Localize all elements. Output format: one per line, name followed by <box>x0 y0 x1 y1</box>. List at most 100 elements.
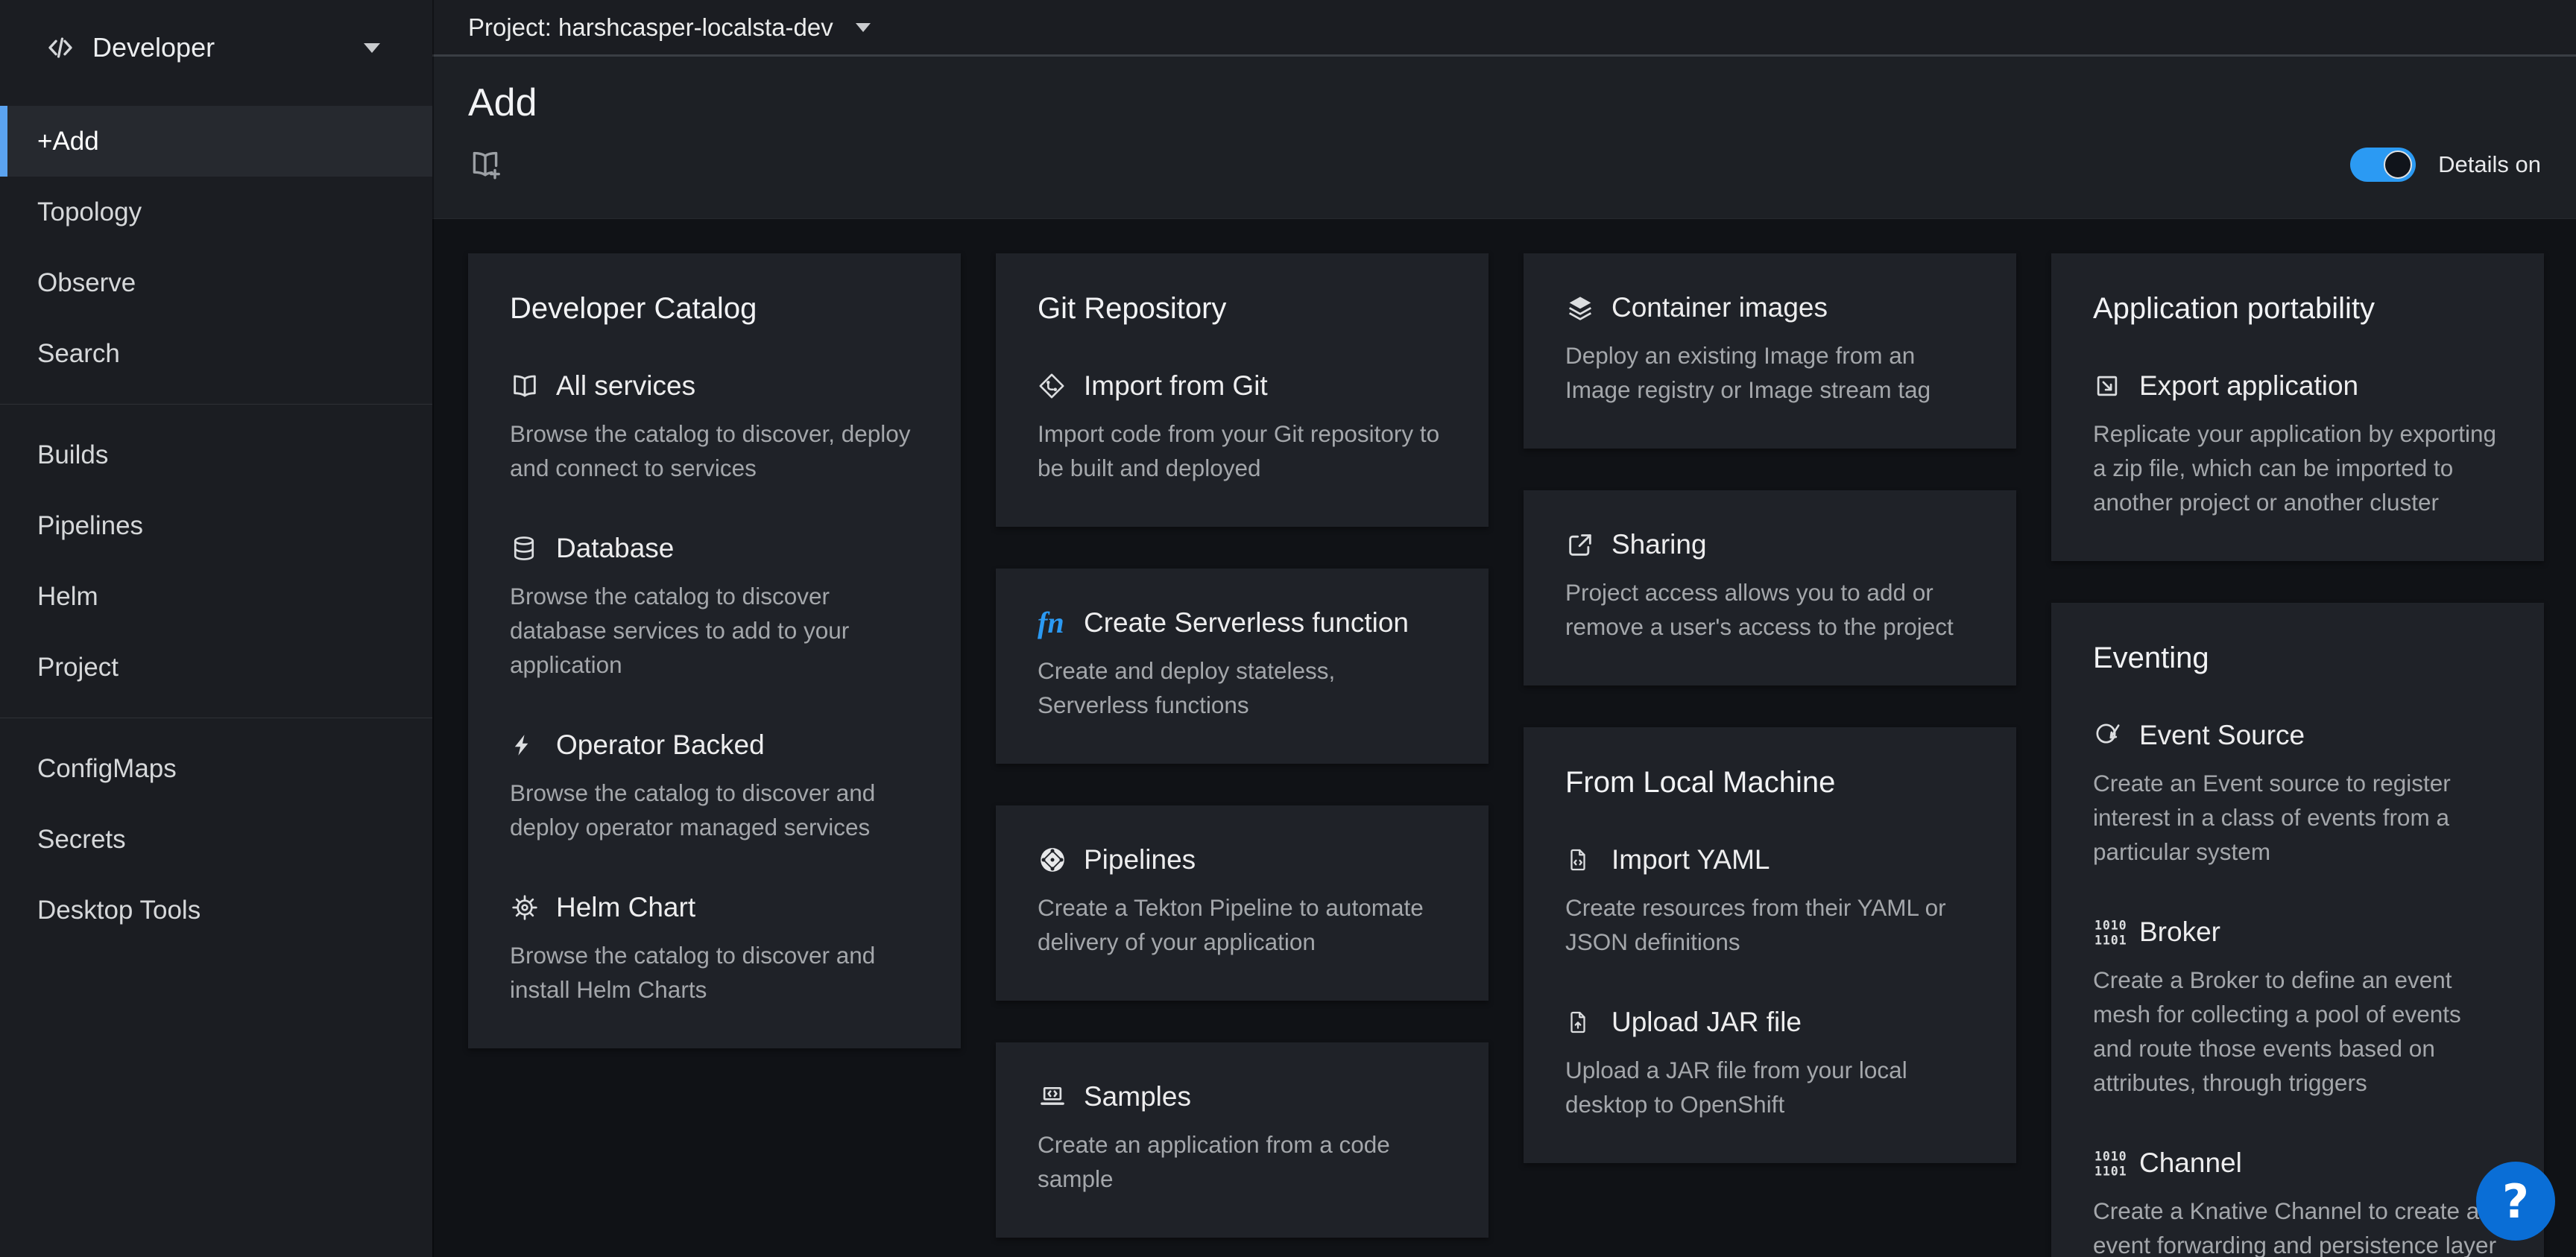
action-title: Broker <box>2139 916 2220 948</box>
action-description: Browse the catalog to discover and insta… <box>510 938 919 1007</box>
add-action-operator-backed[interactable]: Operator Backed Browse the catalog to di… <box>510 729 919 844</box>
book-plus-icon <box>468 148 504 183</box>
sidebar-item-observe[interactable]: Observe <box>0 247 432 318</box>
card-container-images: Container images Deploy an existing Imag… <box>1524 253 2016 449</box>
chevron-down-icon[interactable] <box>856 23 871 32</box>
page-header: Add Details on <box>432 57 2576 219</box>
git-icon <box>1038 372 1072 400</box>
perspective-label: Developer <box>92 32 215 63</box>
action-title: All services <box>556 370 695 402</box>
action-description: Create an Event source to register inter… <box>2093 766 2502 869</box>
sidebar-item-topology[interactable]: Topology <box>0 177 432 247</box>
add-action-broker[interactable]: 1010 1101 Broker Create a Broker to defi… <box>2093 916 2502 1100</box>
catalog-icon <box>510 371 544 401</box>
sidebar-item-configmaps[interactable]: ConfigMaps <box>0 733 432 804</box>
action-title: Create Serverless function <box>1084 607 1409 639</box>
action-description: Browse the catalog to discover and deplo… <box>510 776 919 844</box>
card-heading: Developer Catalog <box>510 292 919 326</box>
perspective-switcher[interactable]: Developer <box>0 0 432 95</box>
add-action-create-serverless-function[interactable]: fn Create Serverless function Create and… <box>1038 607 1447 722</box>
add-action-helm-chart[interactable]: Helm Chart Browse the catalog to discove… <box>510 892 919 1007</box>
action-title: Container images <box>1611 292 1828 323</box>
action-description: Create a Knative Channel to create an ev… <box>2093 1194 2502 1257</box>
quickstarts-button[interactable] <box>468 148 504 183</box>
action-description: Create and deploy stateless, Serverless … <box>1038 653 1447 722</box>
card-developer-catalog: Developer Catalog All services Bro <box>468 253 961 1048</box>
card-column: Container images Deploy an existing Imag… <box>1524 253 2016 1223</box>
add-action-upload-jar-file[interactable]: Upload JAR file Upload a JAR file from y… <box>1565 1007 1974 1121</box>
add-action-export-application[interactable]: Export application Replicate your applic… <box>2093 370 2502 519</box>
action-title: Pipelines <box>1084 844 1196 876</box>
project-selector-label[interactable]: Project: harshcasper-localsta-dev <box>468 13 833 42</box>
action-description: Upload a JAR file from your local deskto… <box>1565 1053 1974 1121</box>
add-action-all-services[interactable]: All services Browse the catalog to disco… <box>510 370 919 485</box>
card-heading: Eventing <box>2093 642 2502 675</box>
action-description: Deploy an existing Image from an Image r… <box>1565 338 1974 407</box>
svg-text:1101: 1101 <box>2094 934 2126 947</box>
page-title: Add <box>468 57 2538 125</box>
action-title: Helm Chart <box>556 892 695 923</box>
sidebar-item-project[interactable]: Project <box>0 632 432 703</box>
card-column: Application portability Export applicati… <box>2051 253 2544 1223</box>
action-description: Browse the catalog to discover database … <box>510 579 919 682</box>
card-git-repository: Git Repository Import <box>996 253 1489 527</box>
binary-icon: 1010 1101 <box>2093 1148 2127 1178</box>
database-icon <box>510 533 544 563</box>
details-toggle-label: Details on <box>2438 151 2541 178</box>
add-action-channel[interactable]: 1010 1101 Channel Create a Knative Chann… <box>2093 1147 2502 1257</box>
action-description: Project access allows you to add or remo… <box>1565 575 1974 644</box>
main-area: Project: harshcasper-localsta-dev Add De… <box>432 0 2576 1257</box>
sidebar-nav: +Add Topology Observe Search Builds Pipe… <box>0 95 432 946</box>
file-upload-icon <box>1565 1007 1600 1037</box>
sidebar-item-search[interactable]: Search <box>0 318 432 389</box>
add-action-pipelines[interactable]: Pipelines Create a Tekton Pipeline to au… <box>1038 844 1447 959</box>
sidebar: Developer +Add Topology Observe Search B… <box>0 0 432 1257</box>
action-title: Import from Git <box>1084 370 1268 402</box>
sidebar-item-desktop-tools[interactable]: Desktop Tools <box>0 875 432 946</box>
sidebar-item-builds[interactable]: Builds <box>0 419 432 490</box>
add-action-container-images[interactable]: Container images Deploy an existing Imag… <box>1565 292 1974 407</box>
card-heading: Application portability <box>2093 292 2502 326</box>
console-app: Developer +Add Topology Observe Search B… <box>0 0 2576 1257</box>
card-sharing: Sharing Project access allows you to add… <box>1524 490 2016 686</box>
helm-icon <box>510 893 544 922</box>
action-description: Create an application from a code sample <box>1038 1127 1447 1196</box>
share-icon <box>1565 530 1600 560</box>
details-toggle: Details on <box>2350 148 2541 182</box>
action-title: Samples <box>1084 1081 1191 1112</box>
action-description: Create resources from their YAML or JSON… <box>1565 890 1974 959</box>
add-action-import-yaml[interactable]: Import YAML Create resources from their … <box>1565 844 1974 959</box>
sidebar-item-secrets[interactable]: Secrets <box>0 804 432 875</box>
sidebar-item-add[interactable]: +Add <box>0 106 432 177</box>
file-code-icon <box>1565 845 1600 875</box>
svg-text:1010: 1010 <box>2094 919 2126 933</box>
help-button[interactable]: ? <box>2476 1162 2555 1241</box>
card-samples: Samples Create an application from a cod… <box>996 1042 1489 1238</box>
action-title: Event Source <box>2139 720 2305 751</box>
action-description: Create a Broker to define an event mesh … <box>2093 963 2502 1100</box>
sidebar-item-pipelines[interactable]: Pipelines <box>0 490 432 561</box>
chevron-down-icon <box>364 43 380 53</box>
card-column: Developer Catalog All services Bro <box>468 253 961 1223</box>
switch-knob <box>2384 151 2412 179</box>
card-application-portability: Application portability Export applicati… <box>2051 253 2544 561</box>
project-bar: Project: harshcasper-localsta-dev <box>432 0 2576 57</box>
action-description: Import code from your Git repository to … <box>1038 417 1447 485</box>
action-title: Export application <box>2139 370 2358 402</box>
add-action-samples[interactable]: Samples Create an application from a cod… <box>1038 1081 1447 1196</box>
action-description: Browse the catalog to discover, deploy a… <box>510 417 919 485</box>
action-title: Database <box>556 533 674 564</box>
svg-text:1101: 1101 <box>2094 1165 2126 1178</box>
card-heading: Git Repository <box>1038 292 1447 326</box>
add-action-database[interactable]: Database Browse the catalog to discover … <box>510 533 919 682</box>
add-action-event-source[interactable]: Event Source Create an Event source to r… <box>2093 720 2502 869</box>
add-action-sharing[interactable]: Sharing Project access allows you to add… <box>1565 529 1974 644</box>
card-pipelines: Pipelines Create a Tekton Pipeline to au… <box>996 805 1489 1001</box>
samples-icon <box>1038 1082 1072 1112</box>
details-switch[interactable] <box>2350 148 2416 182</box>
code-icon <box>45 32 76 63</box>
sidebar-item-helm[interactable]: Helm <box>0 561 432 632</box>
add-action-import-from-git[interactable]: Import from Git Import code from your Gi… <box>1038 370 1447 485</box>
action-title: Sharing <box>1611 529 1707 560</box>
svg-text:1010: 1010 <box>2094 1150 2126 1164</box>
